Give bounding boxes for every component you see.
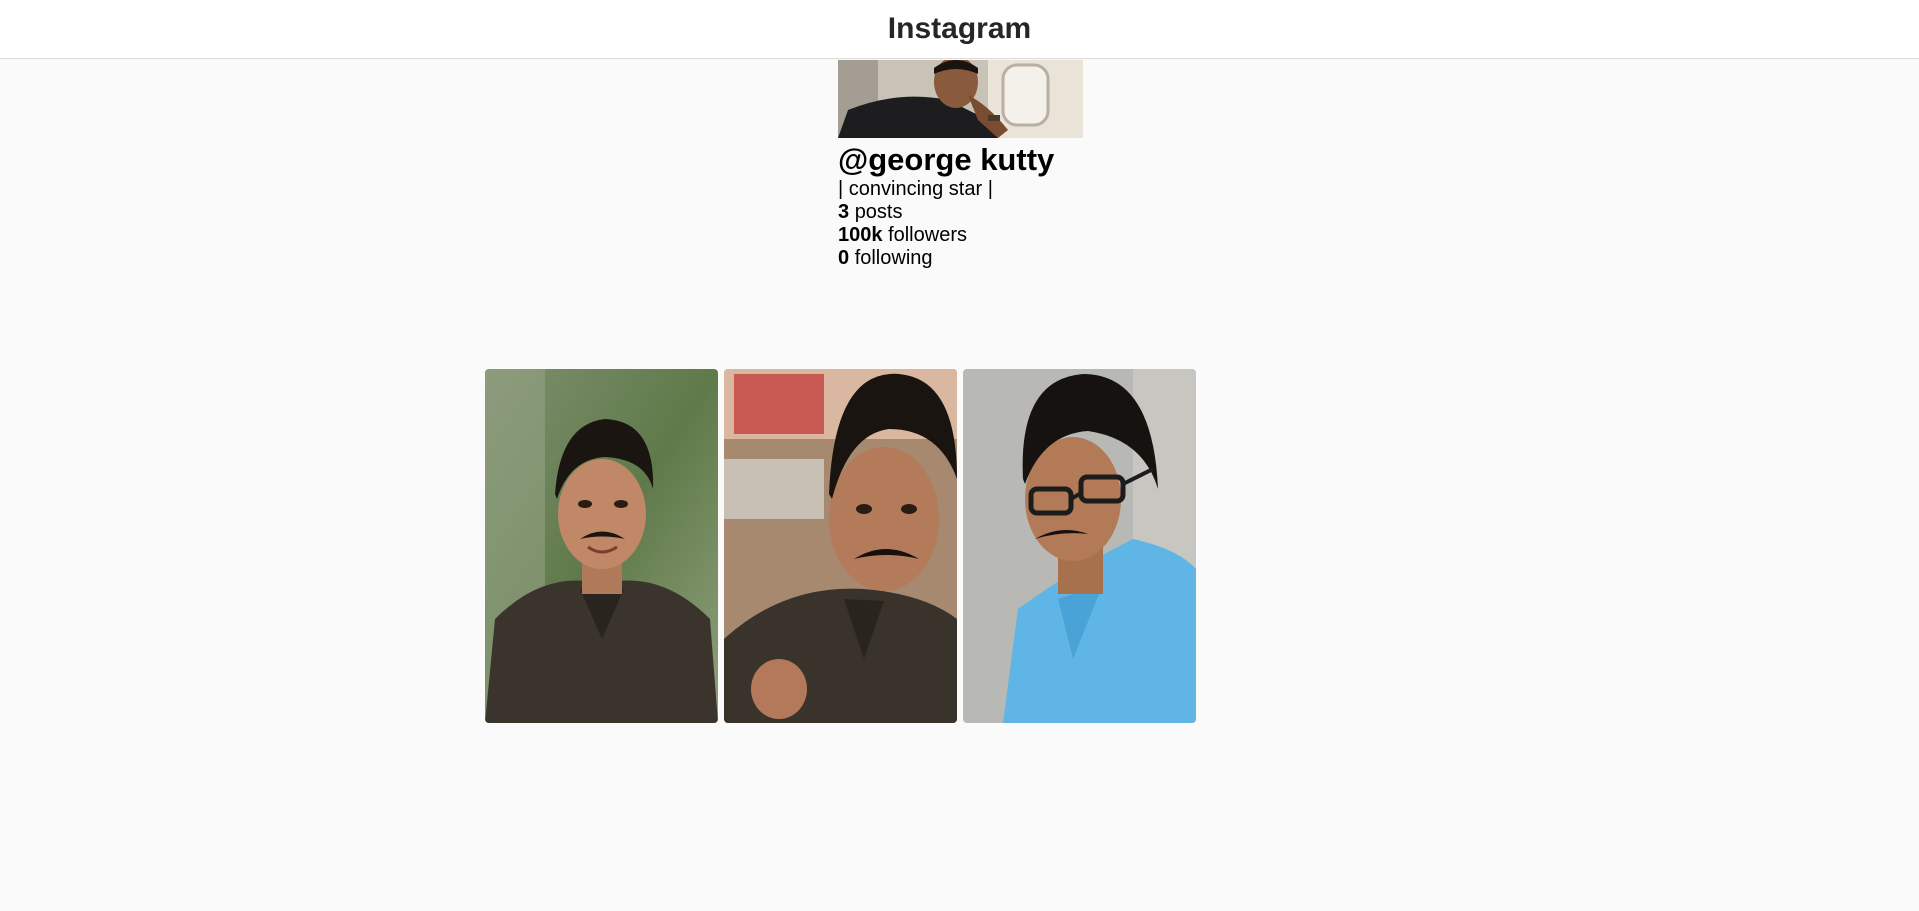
profile-username: @george kutty	[838, 142, 1055, 177]
stat-posts[interactable]: 3 posts	[838, 201, 1083, 224]
stat-followers-value: 100k	[838, 224, 883, 246]
posts-grid	[485, 369, 1196, 723]
stat-posts-value: 3	[838, 201, 850, 223]
profile-avatar[interactable]	[838, 60, 1083, 138]
stat-followers-label: followers	[888, 224, 967, 246]
top-navbar: Instagram	[0, 0, 1919, 59]
post-3[interactable]	[963, 369, 1196, 723]
stat-following[interactable]: 0 following	[838, 247, 1083, 270]
post-1[interactable]	[485, 369, 718, 723]
stat-followers[interactable]: 100k followers	[838, 224, 1083, 247]
brand-logo-text[interactable]: Instagram	[0, 12, 1919, 46]
post-2[interactable]	[724, 369, 957, 723]
stat-following-label: following	[854, 247, 933, 269]
profile-section: @george kutty | convincing star | 3 post…	[838, 60, 1083, 270]
stat-following-value: 0	[838, 247, 850, 269]
profile-bio: | convincing star |	[838, 178, 993, 200]
stat-posts-label: posts	[854, 201, 903, 223]
